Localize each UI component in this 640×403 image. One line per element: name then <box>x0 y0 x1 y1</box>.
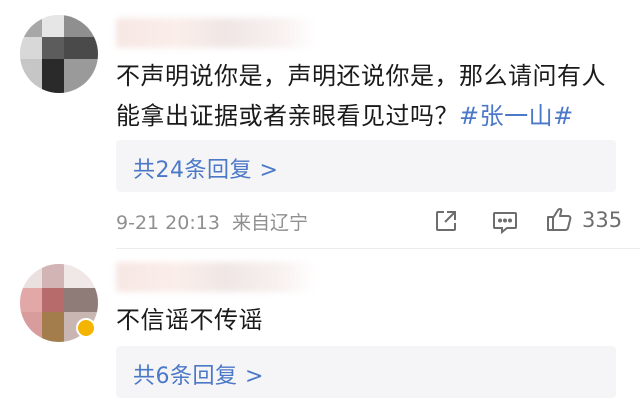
timestamp: 9-21 20:13 <box>116 212 220 234</box>
thumbs-up-icon[interactable] <box>545 205 573 233</box>
share-icon[interactable] <box>433 208 459 234</box>
location: 来自辽宁 <box>231 212 308 234</box>
avatar[interactable] <box>20 15 98 93</box>
replies-button[interactable]: 共24条回复 > <box>116 140 616 192</box>
username-blurred[interactable] <box>116 262 316 292</box>
comment-meta: 9-21 20:13 来自辽宁 <box>116 208 308 235</box>
verified-badge-icon <box>76 318 96 338</box>
comment-icon[interactable] <box>491 209 519 235</box>
comment-item: 不信谣不传谣 共6条回复 > <box>0 250 640 403</box>
replies-button[interactable]: 共6条回复 > <box>116 346 616 398</box>
like-count: 335 <box>582 208 623 232</box>
comment-body: 不信谣不传谣 <box>116 306 263 334</box>
replies-label: 共6条回复 > <box>133 364 264 389</box>
topic-link[interactable]: #张一山# <box>459 102 574 130</box>
replies-label: 共24条回复 > <box>133 158 279 183</box>
username-blurred[interactable] <box>116 18 316 48</box>
comment-text: 不信谣不传谣 <box>116 300 621 340</box>
divider <box>116 248 640 249</box>
comment-item: 不声明说你是，声明还说你是，那么请问有人能拿出证据或者亲眼看见过吗？#张一山# … <box>0 0 640 250</box>
comment-text: 不声明说你是，声明还说你是，那么请问有人能拿出证据或者亲眼看见过吗？#张一山# <box>116 56 621 136</box>
